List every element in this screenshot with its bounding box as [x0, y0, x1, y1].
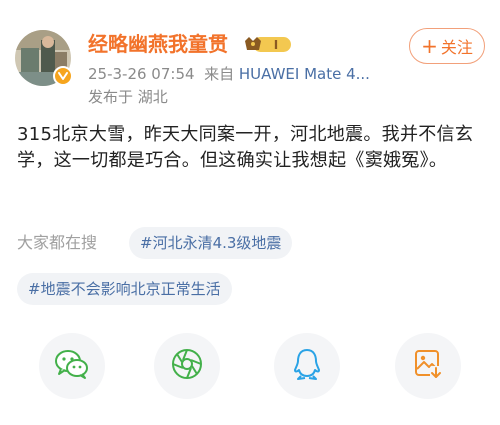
trending-label: 大家都在搜	[17, 233, 98, 252]
svg-text:I: I	[274, 38, 278, 52]
timestamp: 25-3-26 07:54	[88, 65, 195, 83]
level-badge: I	[243, 33, 293, 59]
share-qq-button[interactable]	[274, 333, 340, 399]
follow-label: 关注	[440, 38, 473, 57]
share-wechat-button[interactable]	[39, 333, 105, 399]
username[interactable]: 经略幽燕我童贯	[88, 31, 228, 57]
verified-badge-icon	[53, 66, 73, 86]
save-image-button[interactable]	[395, 333, 461, 399]
qq-icon	[292, 347, 322, 385]
source-device[interactable]: HUAWEI Mate 4...	[239, 65, 370, 83]
save-image-icon	[413, 348, 443, 384]
weibo-post-card: 经略幽燕我童贯 I + 关注 25-3-26 07:54 来自 HUAWEI M…	[0, 0, 500, 425]
share-moments-button[interactable]	[154, 333, 220, 399]
trending-tag[interactable]: #河北永清4.3级地震	[129, 227, 293, 259]
trending-tag[interactable]: #地震不会影响北京正常生活	[17, 273, 232, 305]
moments-icon	[170, 347, 204, 385]
follow-button[interactable]: + 关注	[409, 28, 485, 64]
post-meta: 25-3-26 07:54 来自 HUAWEI Mate 4...	[88, 64, 378, 84]
post-text: 315北京大雪，昨天大同案一开，河北地震。我并不信玄学，这一切都是巧合。但这确实…	[17, 124, 474, 171]
source-prefix: 来自	[204, 65, 235, 83]
post-location: 发布于 湖北	[88, 88, 168, 106]
wechat-icon	[54, 348, 90, 384]
plus-icon: +	[421, 34, 438, 58]
